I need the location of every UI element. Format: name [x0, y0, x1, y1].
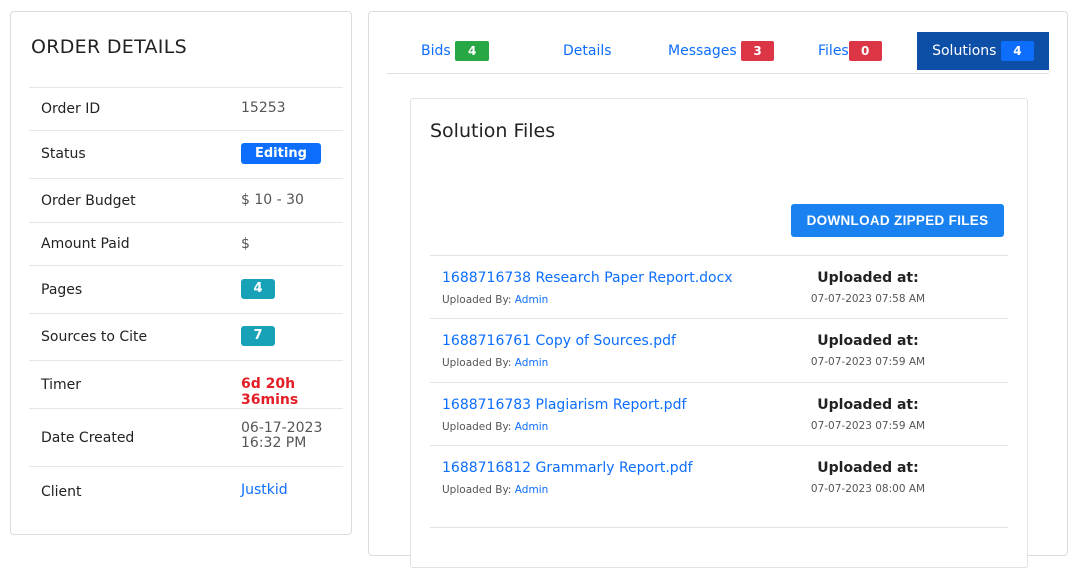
uploader-link[interactable]: Admin: [515, 357, 548, 369]
uploaded-date: 07-07-2023 08:00 AM: [810, 483, 926, 495]
order-details-card: ORDER DETAILS Order ID 15253 Status Edit…: [10, 11, 352, 535]
uploaded-at-label: Uploaded at:: [817, 397, 919, 413]
date-created-date: 06-17-2023: [241, 420, 323, 436]
file-row: 1688716761 Copy of Sources.pdf Uploaded …: [430, 318, 1008, 381]
uploader-link[interactable]: Admin: [515, 421, 548, 433]
uploaded-at-label: Uploaded at:: [817, 460, 919, 476]
uploaded-at-label: Uploaded at:: [817, 270, 919, 286]
solutions-count-badge: 4: [1000, 41, 1034, 61]
solution-files-title: Solution Files: [430, 120, 556, 142]
file-link[interactable]: 1688716738 Research Paper Report.docx: [442, 270, 733, 286]
client-label: Client: [41, 484, 82, 500]
file-row: 1688716812 Grammarly Report.pdf Uploaded…: [430, 445, 1008, 508]
file-row: 1688716738 Research Paper Report.docx Up…: [430, 255, 1008, 318]
status-label: Status: [41, 146, 86, 162]
list-divider: [430, 527, 1008, 528]
file-link[interactable]: 1688716783 Plagiarism Report.pdf: [442, 397, 686, 413]
row-sources: Sources to Cite 7: [29, 313, 343, 360]
amount-paid-label: Amount Paid: [41, 236, 130, 252]
tab-bids[interactable]: Bids 4: [421, 32, 490, 70]
solution-files-card: Solution Files DOWNLOAD ZIPPED FILES 168…: [410, 98, 1028, 568]
uploaded-date: 07-07-2023 07:59 AM: [810, 356, 926, 368]
client-link[interactable]: Justkid: [241, 482, 288, 498]
file-link[interactable]: 1688716761 Copy of Sources.pdf: [442, 333, 676, 349]
order-id-value: 15253: [241, 100, 286, 116]
uploaded-date: 07-07-2023 07:58 AM: [810, 293, 926, 305]
pages-badge: 4: [241, 279, 275, 299]
tab-solutions[interactable]: Solutions 4: [917, 32, 1049, 70]
download-zipped-files-button[interactable]: DOWNLOAD ZIPPED FILES: [791, 204, 1004, 237]
row-status: Status Editing: [29, 130, 343, 178]
order-id-label: Order ID: [41, 101, 101, 117]
pages-label: Pages: [41, 282, 83, 298]
row-amount-paid: Amount Paid $: [29, 222, 343, 265]
messages-count-badge: 3: [741, 41, 775, 61]
order-budget-label: Order Budget: [41, 193, 136, 209]
row-order-id: Order ID 15253: [29, 87, 343, 130]
tab-details[interactable]: Details: [563, 32, 612, 70]
sources-badge: 7: [241, 326, 275, 346]
row-client: Client Justkid: [29, 466, 343, 516]
row-date-created: Date Created 06-17-2023 16:32 PM: [29, 408, 343, 466]
file-link[interactable]: 1688716812 Grammarly Report.pdf: [442, 460, 693, 476]
order-details-title: ORDER DETAILS: [31, 36, 187, 58]
files-count-badge: 0: [848, 41, 882, 61]
bids-count-badge: 4: [455, 41, 490, 61]
file-row: 1688716783 Plagiarism Report.pdf Uploade…: [430, 382, 1008, 445]
sources-label: Sources to Cite: [41, 329, 148, 345]
tab-bar: Bids 4 Details Messages 3 Files 0 Solutio…: [387, 32, 1049, 74]
uploader-link[interactable]: Admin: [515, 294, 548, 306]
uploaded-date: 07-07-2023 07:59 AM: [810, 420, 926, 432]
row-pages: Pages 4: [29, 265, 343, 313]
date-created-label: Date Created: [41, 430, 135, 446]
order-budget-value: $ 10 - 30: [241, 192, 304, 208]
status-badge: Editing: [241, 143, 321, 164]
tab-messages[interactable]: Messages 3: [668, 32, 775, 70]
timer-label: Timer: [41, 377, 82, 393]
timer-value: 6d 20h 36mins: [241, 376, 299, 408]
order-tabs-panel: Bids 4 Details Messages 3 Files 0 Solutio…: [368, 11, 1068, 568]
date-created-time: 16:32 PM: [241, 435, 307, 451]
amount-paid-value: $: [241, 236, 250, 252]
row-order-budget: Order Budget $ 10 - 30: [29, 178, 343, 222]
row-timer: Timer 6d 20h 36mins: [29, 360, 343, 408]
uploaded-at-label: Uploaded at:: [817, 333, 919, 349]
uploader-link[interactable]: Admin: [515, 484, 548, 496]
tab-files[interactable]: Files 0: [818, 32, 882, 70]
